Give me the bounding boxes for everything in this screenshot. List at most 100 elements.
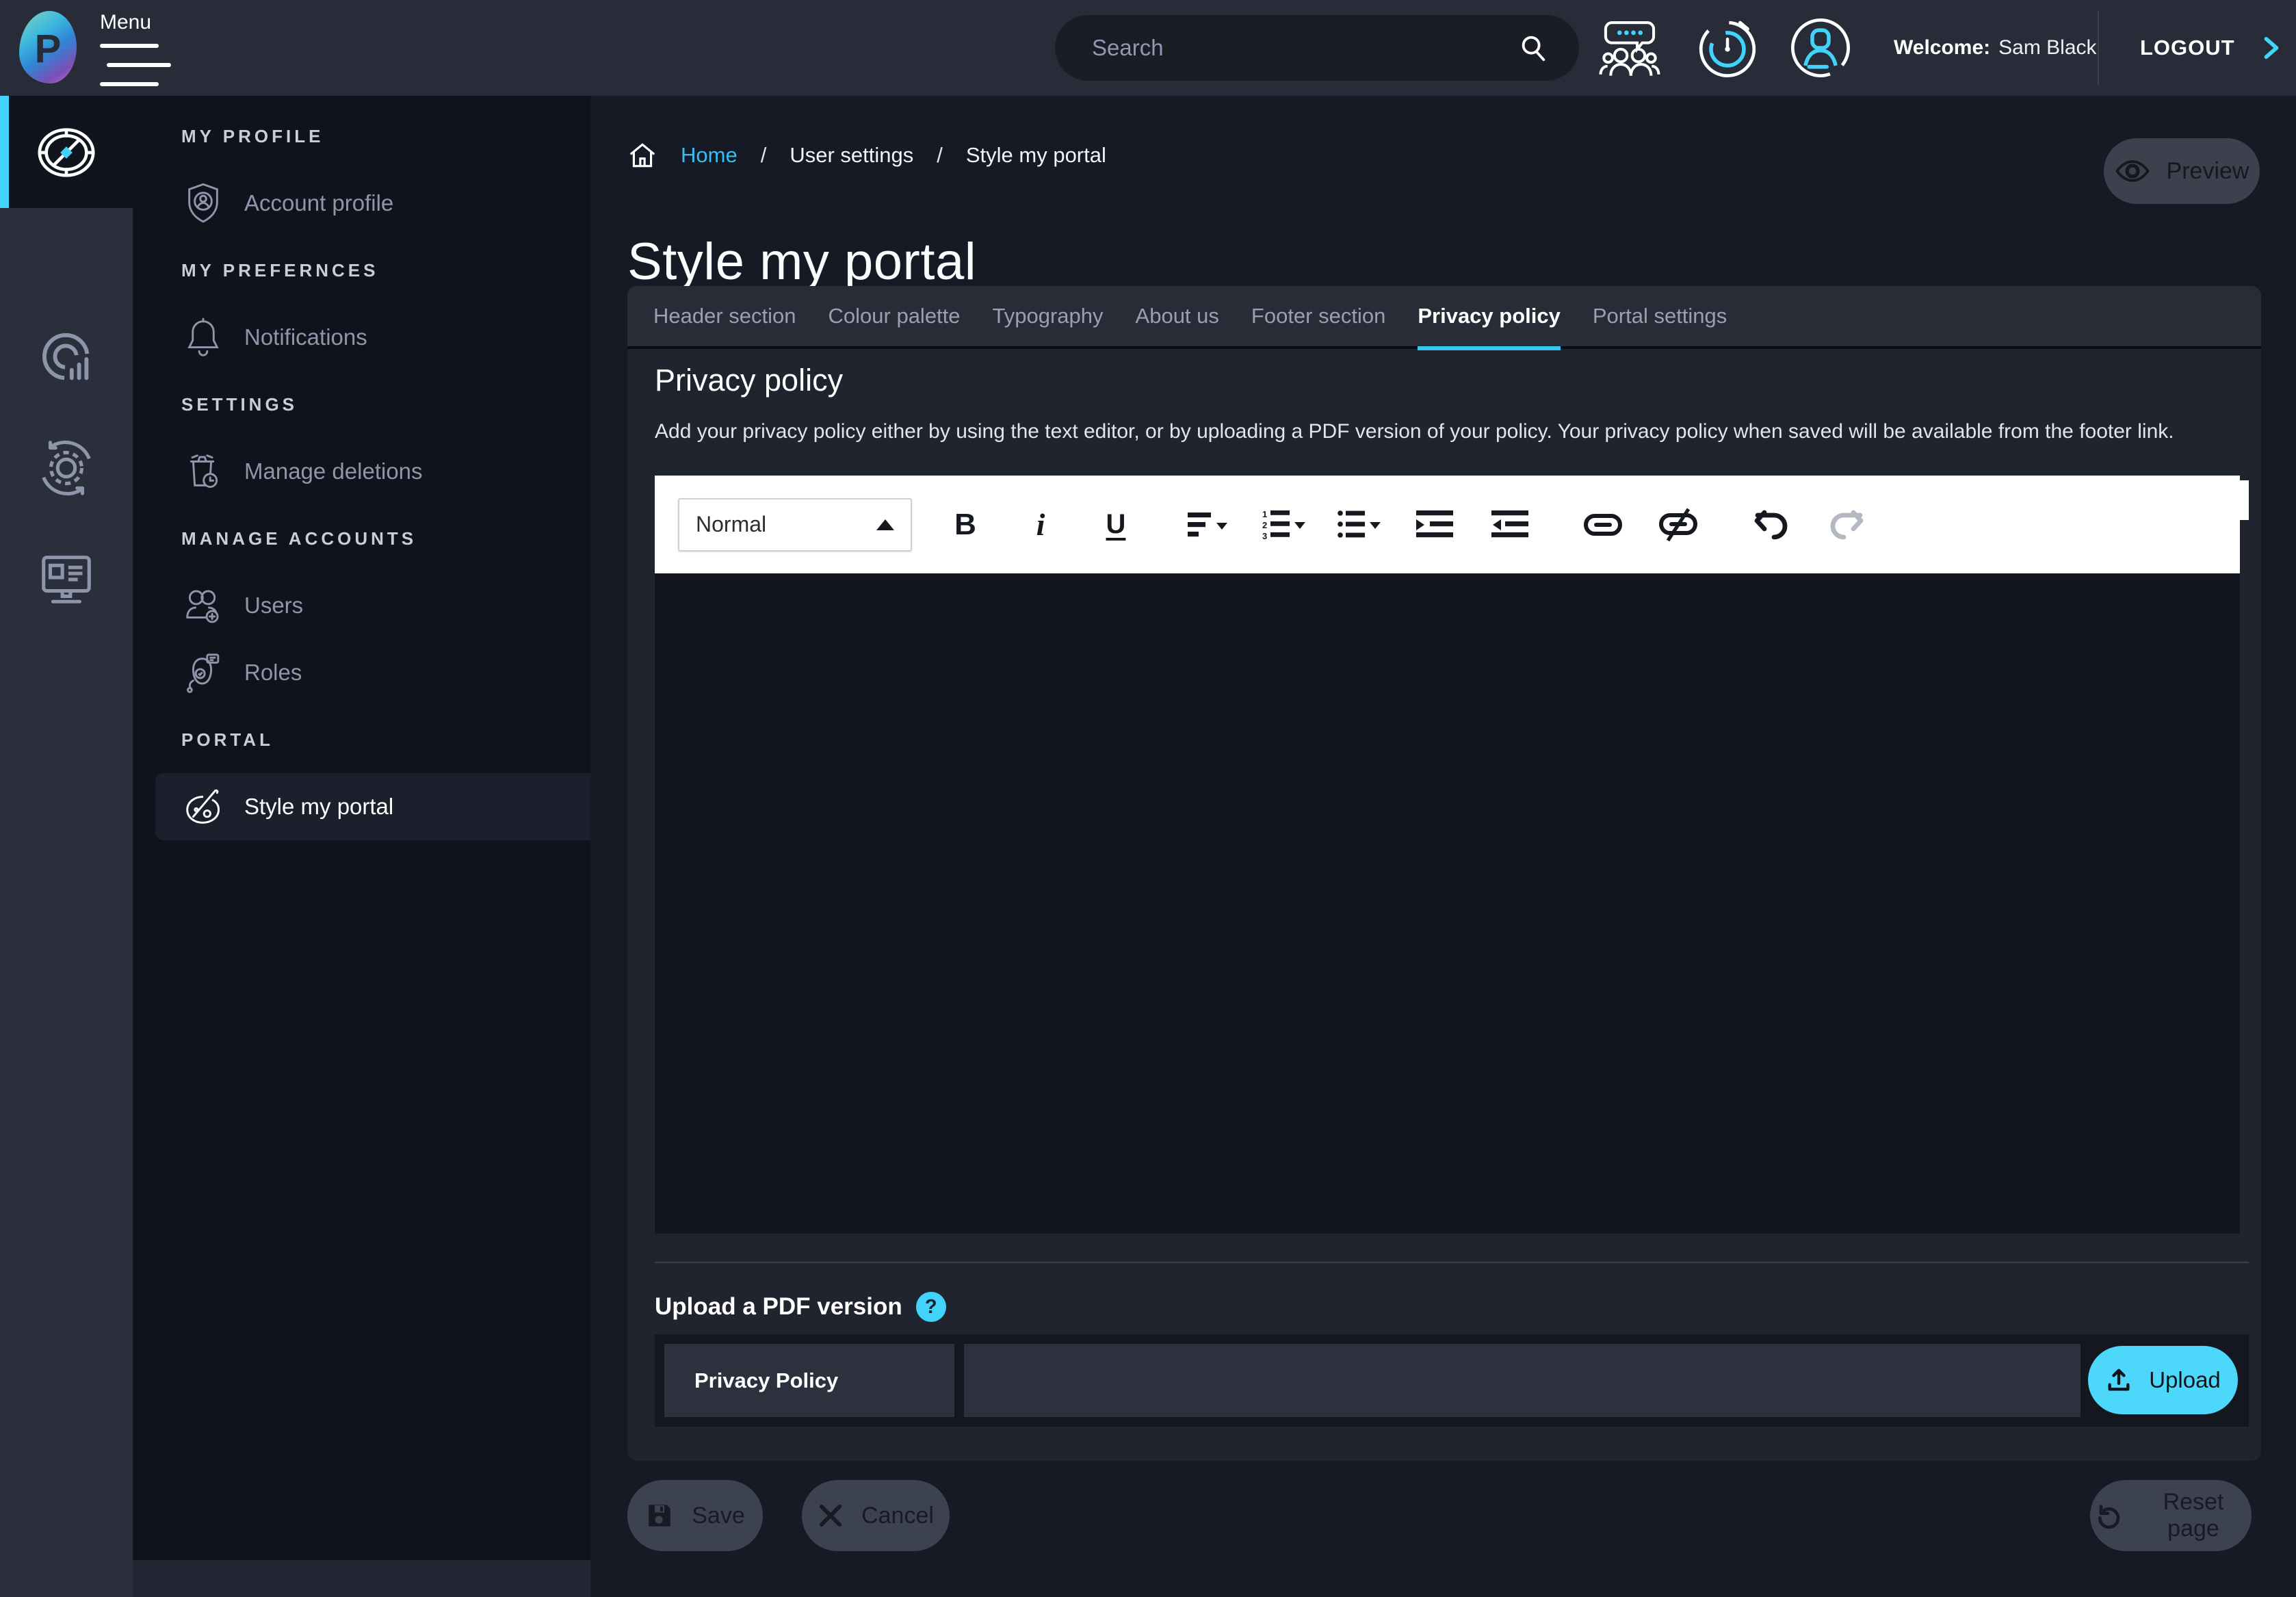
breadcrumb-user-settings[interactable]: User settings — [790, 143, 913, 168]
outdent-button[interactable] — [1488, 503, 1532, 547]
outdent-icon — [1491, 509, 1528, 541]
ordered-list-button[interactable]: 1 2 3 — [1262, 503, 1306, 547]
sidebar-header-my-prefernces: MY PREFERNCES — [133, 237, 590, 304]
editor-text-area[interactable] — [655, 573, 2249, 1234]
sidebar-item-manage-deletions[interactable]: Manage deletions — [133, 438, 590, 505]
underline-button[interactable]: U — [1094, 503, 1138, 547]
timer-icon[interactable] — [1695, 15, 1760, 81]
welcome-label: Welcome: — [1894, 36, 1990, 60]
save-button[interactable]: Save — [627, 1480, 763, 1551]
display-icon[interactable] — [34, 545, 99, 610]
tab-privacy-policy[interactable]: Privacy policy — [1418, 285, 1561, 348]
paragraph-style-select[interactable]: Normal — [678, 498, 912, 551]
app-logo[interactable]: P — [19, 11, 77, 83]
bullet-list-button[interactable] — [1338, 503, 1381, 547]
file-value-field[interactable] — [964, 1344, 2080, 1417]
community-icon[interactable] — [1597, 15, 1662, 81]
sidebar-item-label: Account profile — [244, 190, 393, 216]
tab-colour-palette[interactable]: Colour palette — [829, 285, 961, 348]
home-icon[interactable] — [627, 140, 657, 170]
tab-footer-section[interactable]: Footer section — [1251, 285, 1385, 348]
file-label: Privacy Policy — [694, 1368, 838, 1393]
tab-about-us[interactable]: About us — [1136, 285, 1219, 348]
icon-rail — [0, 96, 133, 1597]
bell-icon — [181, 315, 225, 359]
breadcrumb-home[interactable]: Home — [681, 143, 738, 168]
upload-section-label: Upload a PDF version — [655, 1293, 902, 1321]
eye-icon — [2115, 157, 2150, 185]
list-ol-icon: 1 2 3 — [1262, 509, 1306, 541]
sidebar-item-label: Notifications — [244, 324, 367, 350]
breadcrumb-separator: / — [761, 143, 767, 168]
roles-icon — [181, 651, 225, 694]
unlink-button[interactable] — [1656, 503, 1700, 547]
redo-icon — [1829, 510, 1864, 540]
indent-button[interactable] — [1413, 503, 1457, 547]
sidebar-item-label: Style my portal — [244, 794, 393, 820]
tab-portal-settings[interactable]: Portal settings — [1593, 285, 1727, 348]
svg-text:2: 2 — [1262, 520, 1267, 530]
operations-icon[interactable] — [34, 436, 99, 500]
cancel-label: Cancel — [861, 1503, 934, 1529]
align-left-icon — [1188, 510, 1230, 540]
upload-label: Upload — [2149, 1367, 2221, 1393]
sidebar-item-roles[interactable]: Roles — [133, 639, 590, 706]
profile-icon[interactable] — [1788, 15, 1853, 81]
rich-text-editor: Normal B i U 1 2 3 — [655, 476, 2249, 1234]
breadcrumb-separator: / — [937, 143, 943, 168]
style-my-portal-screen: P Menu — [0, 0, 2296, 1597]
upload-button[interactable]: Upload — [2088, 1346, 2238, 1414]
bold-button[interactable]: B — [943, 503, 987, 547]
section-divider — [655, 1262, 2249, 1263]
analytics-icon[interactable] — [34, 326, 99, 390]
link-icon — [1583, 510, 1623, 540]
chevron-right-icon — [2261, 36, 2282, 60]
upload-section-header: Upload a PDF version ? — [655, 1292, 946, 1322]
list-ul-icon — [1338, 509, 1381, 541]
tab-bar: Header section Colour palette Typography… — [627, 286, 2261, 349]
compass-icon[interactable] — [34, 120, 99, 185]
tab-header-section[interactable]: Header section — [653, 285, 796, 348]
sidebar-item-users[interactable]: Users — [133, 572, 590, 639]
cancel-button[interactable]: Cancel — [802, 1480, 950, 1551]
menu-toggle[interactable]: Menu — [100, 11, 171, 101]
italic-button[interactable]: i — [1019, 503, 1062, 547]
paragraph-style-value: Normal — [696, 512, 766, 537]
reset-page-button[interactable]: Reset page — [2090, 1480, 2252, 1551]
sidebar-item-account-profile[interactable]: Account profile — [133, 170, 590, 237]
logo-letter: P — [35, 26, 62, 72]
logout-label: LOGOUT — [2140, 36, 2235, 60]
undo-button[interactable] — [1749, 503, 1793, 547]
search-icon[interactable] — [1517, 32, 1549, 64]
editor-scrollbar[interactable] — [2240, 476, 2249, 1234]
preview-button[interactable]: Preview — [2104, 138, 2260, 204]
redo-button[interactable] — [1825, 503, 1868, 547]
search-input[interactable] — [1091, 34, 1517, 62]
logout-button[interactable]: LOGOUT — [2136, 0, 2286, 96]
upload-icon — [2105, 1366, 2132, 1394]
sidebar-header-my-profile: MY PROFILE — [133, 103, 590, 170]
link-button[interactable] — [1581, 503, 1625, 547]
shield-user-icon — [181, 181, 225, 225]
save-icon — [645, 1501, 674, 1530]
trash-clock-icon — [181, 450, 225, 493]
upload-field-group: Privacy Policy Upload — [655, 1334, 2249, 1427]
sidebar-header-manage-accounts: MANAGE ACCOUNTS — [133, 505, 590, 572]
align-button[interactable] — [1187, 503, 1231, 547]
user-name: Sam Black — [1998, 36, 2096, 60]
sidebar-item-label: Users — [244, 593, 303, 619]
editor-scrollbar-thumb[interactable] — [2240, 480, 2249, 520]
sidebar-header-settings: SETTINGS — [133, 371, 590, 438]
tab-typography[interactable]: Typography — [993, 285, 1104, 348]
file-label-field: Privacy Policy — [664, 1344, 954, 1417]
editor-toolbar: Normal B i U 1 2 3 — [655, 476, 2249, 573]
search-bar[interactable] — [1055, 15, 1579, 81]
sidebar-item-style-my-portal[interactable]: Style my portal — [155, 773, 590, 840]
svg-text:1: 1 — [1262, 509, 1267, 519]
help-icon[interactable]: ? — [916, 1292, 946, 1322]
topbar: P Menu — [0, 0, 2296, 96]
users-plus-icon — [181, 584, 225, 627]
sidebar-item-notifications[interactable]: Notifications — [133, 304, 590, 371]
undo-icon — [1753, 510, 1789, 540]
preview-label: Preview — [2167, 158, 2249, 185]
